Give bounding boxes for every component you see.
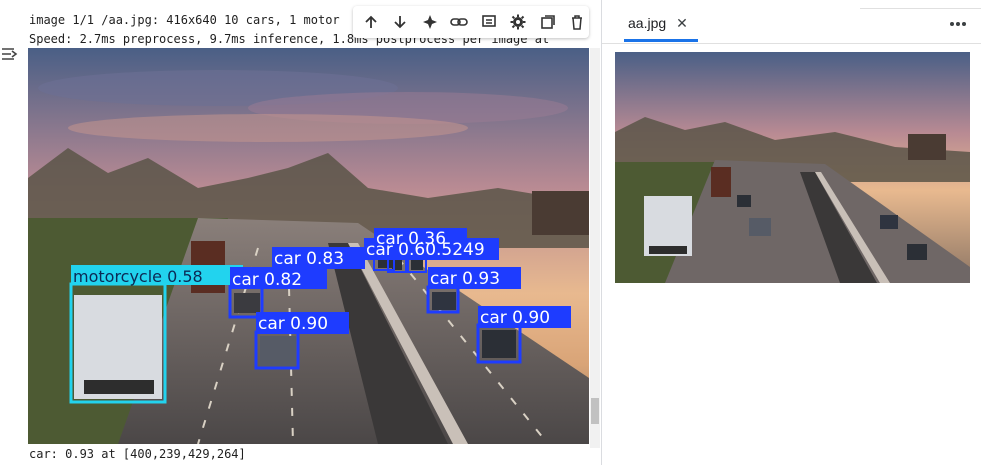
detection-label: car 0.90 (480, 308, 550, 328)
file-tab-bar: aa.jpg ✕ (602, 0, 981, 44)
detection-label: car 0.60.5249 (366, 240, 485, 260)
sparkle-icon[interactable] (418, 9, 442, 35)
detection-label: car 0.83 (274, 249, 344, 269)
arrow-down-icon[interactable] (389, 9, 413, 35)
output-line-image-info: image 1/1 /aa.jpg: 416x640 10 cars, 1 mo… (29, 13, 340, 27)
link-icon[interactable] (448, 9, 472, 35)
gear-icon[interactable] (507, 9, 531, 35)
delete-icon[interactable] (566, 9, 590, 35)
panel-divider[interactable] (601, 0, 602, 465)
active-tab-indicator (624, 39, 698, 42)
output-gutter (0, 0, 26, 465)
cell-toolbar (353, 6, 589, 38)
detection-label: car 0.90 (258, 314, 328, 334)
mirror-cell-icon[interactable] (536, 9, 560, 35)
close-icon[interactable]: ✕ (676, 15, 688, 32)
comment-icon[interactable] (477, 9, 501, 35)
detection-label: car 0.82 (232, 270, 302, 290)
detection-label: car 0.93 (430, 269, 500, 289)
output-scrollbar-thumb[interactable] (591, 398, 599, 424)
image-preview (615, 52, 970, 283)
detection-result-image: motorcycle 0.58 car 0.83 car 0.82 car 0.… (28, 48, 589, 444)
arrow-up-icon[interactable] (359, 9, 383, 35)
detection-label: motorcycle 0.58 (73, 267, 203, 286)
tab-aa-jpg[interactable]: aa.jpg ✕ (622, 4, 694, 42)
output-scrollbar[interactable] (590, 48, 600, 448)
more-options-button[interactable] (945, 13, 971, 35)
output-actions-icon[interactable] (0, 46, 18, 62)
output-line-detection: car: 0.93 at [400,239,429,264] (29, 447, 246, 461)
tab-title: aa.jpg (628, 15, 667, 31)
